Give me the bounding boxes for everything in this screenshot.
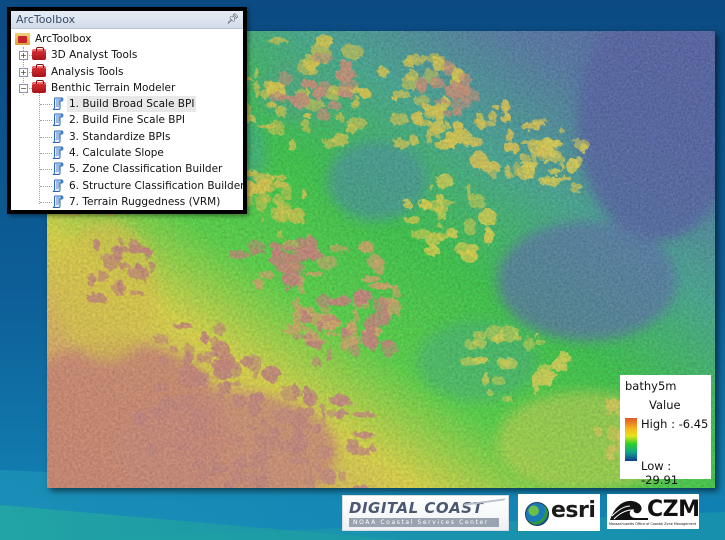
tree-node-label: 4. Calculate Slope	[69, 147, 164, 160]
tree-node-tool[interactable]: 7. Terrain Ruggedness (VRM)	[11, 194, 243, 210]
legend-layer-name: bathy5m	[625, 379, 677, 393]
tree-node-3d-analyst-tools[interactable]: + 3D Analyst Tools	[11, 47, 243, 63]
tree-connector	[40, 136, 52, 138]
tree-connector	[40, 120, 52, 122]
czm-subtitle: Massachusetts Office of Coastal Zone Man…	[609, 522, 697, 526]
script-tool-icon	[52, 113, 64, 127]
tree-node-tool[interactable]: 3. Standardize BPIs	[11, 129, 243, 145]
tree-node-tool[interactable]: 5. Zone Classification Builder	[11, 161, 243, 177]
expand-icon[interactable]: +	[19, 51, 28, 61]
toolbox-icon	[32, 63, 46, 77]
tree-node-root[interactable]: ArcToolbox	[11, 31, 243, 47]
tree-node-label: Benthic Terrain Modeler	[51, 81, 176, 94]
script-tool-icon	[52, 179, 64, 192]
esri-logo: esri	[518, 494, 600, 531]
script-tool-icon	[52, 97, 64, 111]
script-tool-icon	[52, 195, 64, 208]
tree-node-label: 1. Build Broad Scale BPI	[67, 96, 197, 113]
toolbox-tree: ArcToolbox + 3D Analyst Tools + Analysis…	[11, 29, 243, 210]
tree-connector	[40, 201, 52, 203]
script-tool-icon	[52, 146, 64, 160]
tree-node-tool[interactable]: 4. Calculate Slope	[11, 145, 243, 161]
tree-node-benthic-terrain-modeler[interactable]: − Benthic Terrain Modeler	[11, 79, 243, 96]
script-tool-icon	[52, 130, 64, 143]
legend-high-label: High : -6.45	[641, 417, 709, 431]
legend-color-ramp	[625, 418, 637, 461]
legend-low-label: Low : -29.91	[641, 459, 679, 487]
tree-connector	[40, 104, 52, 106]
tree-node-label: 3D Analyst Tools	[51, 49, 138, 62]
digital-coast-subtitle: NOAA Coastal Services Center	[349, 518, 499, 527]
collapse-icon[interactable]: −	[19, 83, 28, 93]
window-title: ArcToolbox	[16, 13, 76, 26]
tree-node-analysis-tools[interactable]: + Analysis Tools	[11, 63, 243, 80]
toolbox-icon	[32, 47, 46, 61]
globe-icon	[525, 502, 549, 526]
tree-node-label: 6. Structure Classification Builder	[69, 179, 243, 192]
tree-node-label: Analysis Tools	[51, 65, 124, 78]
tree-connector	[40, 185, 52, 187]
toolbox-icon	[32, 79, 46, 93]
script-tool-icon	[52, 162, 64, 176]
czm-wordmark: CZM	[647, 497, 699, 522]
tree-connector	[40, 169, 52, 171]
tree-node-label: 2. Build Fine Scale BPI	[69, 114, 185, 127]
tree-node-tool[interactable]: 2. Build Fine Scale BPI	[11, 112, 243, 128]
map-legend: bathy5m Value High : -6.45 Low : -29.91	[620, 375, 711, 487]
digital-coast-logo: DIGITAL COAST NOAA Coastal Services Cent…	[342, 495, 509, 531]
arctoolbox-window[interactable]: ArcToolbox 📌︎ ArcToolbox + 3D Analyst To…	[7, 7, 247, 214]
czm-logo: CZM Massachusetts Office of Coastal Zone…	[607, 494, 699, 529]
legend-field-name: Value	[649, 398, 681, 412]
tree-node-label: ArcToolbox	[35, 33, 92, 45]
tree-connector	[40, 153, 52, 155]
toolbox-titlebar[interactable]: ArcToolbox 📌︎	[11, 11, 243, 29]
expand-icon[interactable]: +	[19, 67, 28, 77]
tree-node-tool[interactable]: 1. Build Broad Scale BPI	[11, 96, 243, 113]
tree-node-label: 7. Terrain Ruggedness (VRM)	[69, 195, 221, 208]
tree-node-tool[interactable]: 6. Structure Classification Builder	[11, 178, 243, 194]
tree-node-label: 3. Standardize BPIs	[69, 130, 171, 143]
esri-wordmark: esri	[551, 498, 596, 523]
toolbox-folder-icon	[15, 33, 30, 45]
wave-icon	[610, 500, 648, 520]
pin-icon[interactable]: 📌︎	[226, 11, 239, 28]
tree-node-label: 5. Zone Classification Builder	[69, 163, 223, 176]
